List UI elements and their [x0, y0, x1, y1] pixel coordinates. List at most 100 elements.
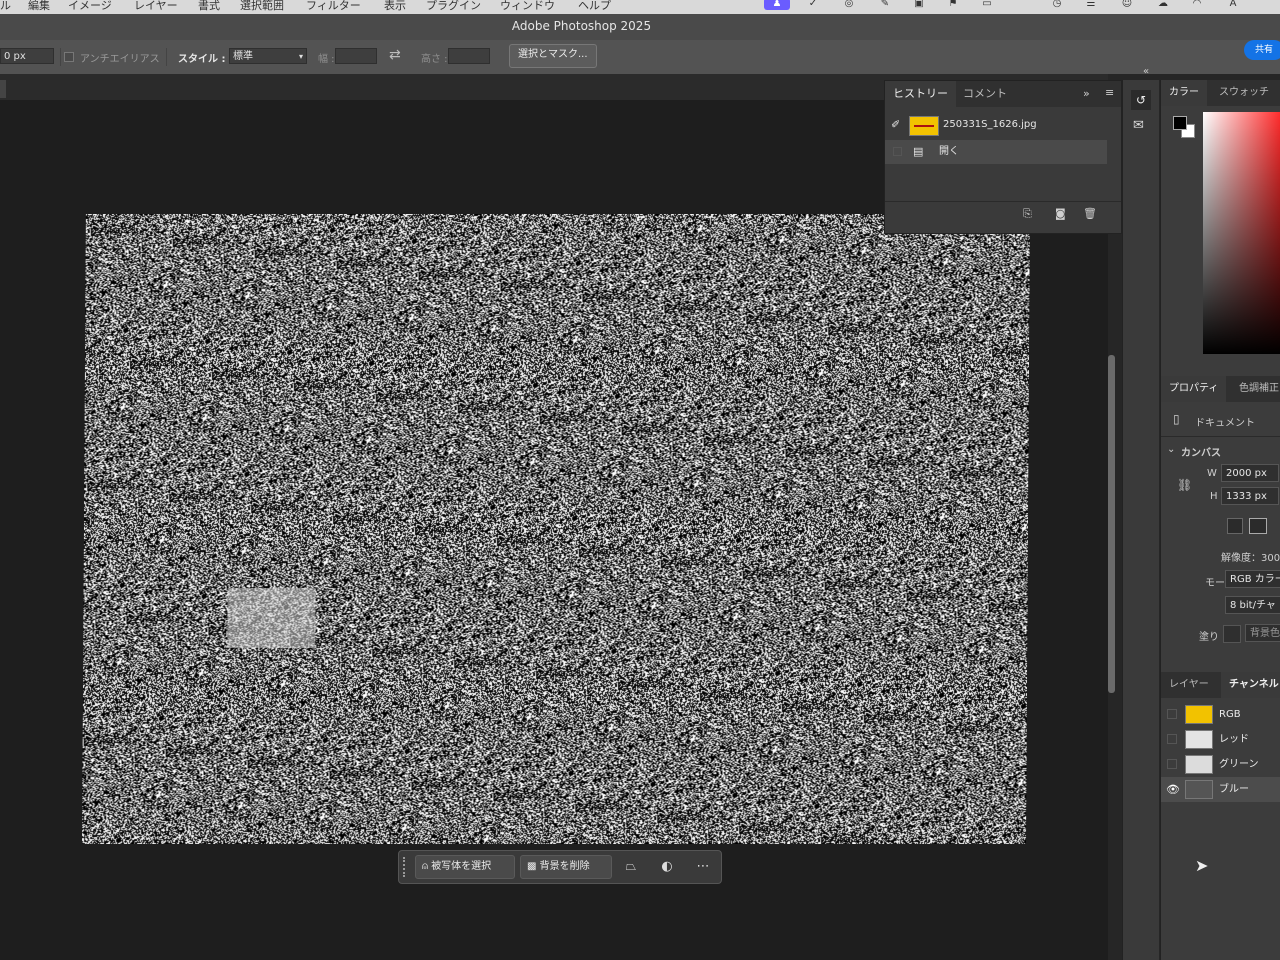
bit-depth-select[interactable]: 8 bit/チャ: [1225, 596, 1280, 614]
face-icon[interactable]: ☺: [1120, 0, 1134, 10]
select-and-mask-button[interactable]: 選択とマスク...: [509, 44, 597, 68]
flag-icon[interactable]: ⚑: [946, 0, 960, 10]
check-circle-icon[interactable]: ✓: [806, 0, 820, 10]
history-step[interactable]: ▤ 開く: [885, 140, 1107, 164]
properties-panel-tabs: プロパティ 色調補正: [1161, 376, 1280, 402]
channel-name: RGB: [1219, 709, 1241, 720]
right-panel-column: カラー スウォッチ プロパティ 色調補正 ▯ ドキュメント ⌄ カンバス W 2…: [1160, 80, 1280, 960]
foreground-swatch[interactable]: [1173, 116, 1187, 130]
app-title: Adobe Photoshop 2025: [511, 19, 652, 33]
pen-icon[interactable]: ✎: [878, 0, 892, 10]
camera-icon[interactable]: ◙: [1055, 207, 1066, 220]
divider: [1161, 436, 1280, 437]
tab-layers[interactable]: レイヤー: [1161, 672, 1217, 698]
tab-color[interactable]: カラー: [1161, 80, 1207, 106]
height-label: H: [1210, 491, 1218, 502]
user-icon[interactable]: ♟: [764, 0, 790, 10]
landscape-icon[interactable]: [1249, 518, 1267, 534]
cloud-icon[interactable]: ☁: [1156, 0, 1170, 10]
menu-layer[interactable]: レイヤー: [134, 0, 178, 13]
canvas-section-title: カンバス: [1181, 448, 1221, 459]
resolution-text: 解像度：300: [1221, 553, 1280, 564]
channel-name: グリーン: [1219, 759, 1259, 770]
state-checkbox[interactable]: [893, 147, 902, 156]
new-document-icon[interactable]: ⎘: [1023, 207, 1032, 221]
tab-history[interactable]: ヒストリー: [885, 81, 956, 107]
menu-file[interactable]: ル: [0, 0, 11, 13]
abp-icon[interactable]: ▣: [912, 0, 926, 10]
visibility-toggle[interactable]: [1167, 734, 1177, 744]
eye-icon[interactable]: 👁: [1166, 777, 1180, 802]
menu-help[interactable]: ヘルプ: [578, 0, 611, 13]
tab-swatches[interactable]: スウォッチ: [1211, 80, 1277, 106]
history-panel-icon[interactable]: ↺: [1131, 90, 1151, 110]
antialias-checkbox[interactable]: [64, 52, 74, 62]
color-picker-field[interactable]: [1203, 112, 1280, 354]
trash-icon[interactable]: 🗑: [1083, 207, 1097, 220]
menu-plugins[interactable]: プラグイン: [426, 0, 481, 13]
width-label: 幅 :: [318, 54, 335, 65]
menu-view[interactable]: 表示: [384, 0, 406, 13]
style-select[interactable]: 標準 ▾: [229, 48, 307, 64]
collapse-icon[interactable]: »: [1083, 87, 1090, 100]
channel-row-blue[interactable]: 👁 ブルー: [1161, 777, 1280, 802]
width-input[interactable]: [335, 48, 377, 64]
collapse-panels-icon[interactable]: «: [1143, 66, 1149, 77]
channel-row-red[interactable]: レッド: [1161, 727, 1280, 752]
clock-icon[interactable]: ◷: [1050, 0, 1064, 10]
brush-source-icon[interactable]: ✐: [891, 113, 900, 137]
channel-row-rgb[interactable]: RGB: [1161, 702, 1280, 727]
fill-swatch[interactable]: [1223, 625, 1241, 643]
tab-comments[interactable]: コメント: [955, 81, 1015, 107]
menu-image[interactable]: イメージ: [68, 0, 112, 13]
channel-row-green[interactable]: グリーン: [1161, 752, 1280, 777]
channel-name: ブルー: [1219, 784, 1249, 795]
image-icon: ▩: [527, 861, 540, 872]
canvas-width-input[interactable]: 2000 px: [1221, 464, 1279, 482]
menu-edit[interactable]: 編集: [28, 0, 50, 13]
input-a-icon[interactable]: A: [1226, 0, 1240, 10]
channel-thumbnail: [1185, 730, 1213, 749]
fill-select[interactable]: 背景色: [1245, 624, 1280, 642]
height-input[interactable]: [448, 48, 490, 64]
comment-icon[interactable]: ✉: [1133, 118, 1144, 133]
window-icon[interactable]: ▭: [980, 0, 994, 10]
channel-thumbnail: [1185, 780, 1213, 799]
portrait-icon[interactable]: [1227, 518, 1243, 534]
adjustment-icon[interactable]: ◐: [657, 857, 677, 877]
feather-input[interactable]: 0 px: [0, 48, 54, 64]
menu-icon[interactable]: ☰: [1084, 0, 1098, 10]
panel-menu-icon[interactable]: ≡: [1105, 86, 1114, 99]
document-canvas[interactable]: [82, 214, 1030, 844]
swap-icon[interactable]: ⇄: [389, 47, 401, 63]
select-subject-button[interactable]: ⍝ 被写体を選択: [415, 855, 515, 879]
visibility-toggle[interactable]: [1167, 709, 1177, 719]
transform-icon[interactable]: ⏢: [621, 857, 641, 877]
menu-select[interactable]: 選択範囲: [240, 0, 284, 13]
history-step-label: 開く: [939, 146, 959, 157]
more-options-icon[interactable]: ⋯: [693, 857, 713, 877]
creative-cloud-icon[interactable]: ◎: [842, 0, 856, 10]
vertical-scrollbar[interactable]: [1108, 355, 1115, 693]
drag-handle[interactable]: [403, 857, 408, 877]
history-snapshot[interactable]: ✐ 250331S_1626.jpg: [885, 113, 1107, 137]
noise-image[interactable]: [82, 214, 1030, 844]
remove-background-button[interactable]: ▩ 背景を削除: [520, 855, 612, 879]
tab-properties[interactable]: プロパティ: [1161, 376, 1227, 402]
mac-menu-bar: ル 編集 イメージ レイヤー 書式 選択範囲 フィルター 表示 プラグイン ウィ…: [0, 0, 1280, 14]
color-mode-select[interactable]: RGB カラー: [1225, 570, 1280, 588]
tab-adjustments[interactable]: 色調補正: [1231, 376, 1280, 402]
wifi-icon[interactable]: ◠: [1190, 0, 1204, 10]
share-button[interactable]: 共有: [1244, 40, 1280, 60]
visibility-toggle[interactable]: [1167, 759, 1177, 769]
style-value: 標準: [233, 51, 253, 62]
menu-filter[interactable]: フィルター: [306, 0, 361, 13]
chevron-down-icon[interactable]: ⌄: [1167, 444, 1175, 455]
menu-type[interactable]: 書式: [198, 0, 220, 13]
canvas-height-input[interactable]: 1333 px: [1221, 487, 1279, 505]
link-icon[interactable]: ⛓: [1177, 478, 1192, 492]
tab-channels[interactable]: チャンネル: [1221, 672, 1280, 698]
select-subject-label: 被写体を選択: [431, 861, 492, 872]
snapshot-name: 250331S_1626.jpg: [943, 119, 1037, 130]
menu-window[interactable]: ウィンドウ: [500, 0, 555, 13]
